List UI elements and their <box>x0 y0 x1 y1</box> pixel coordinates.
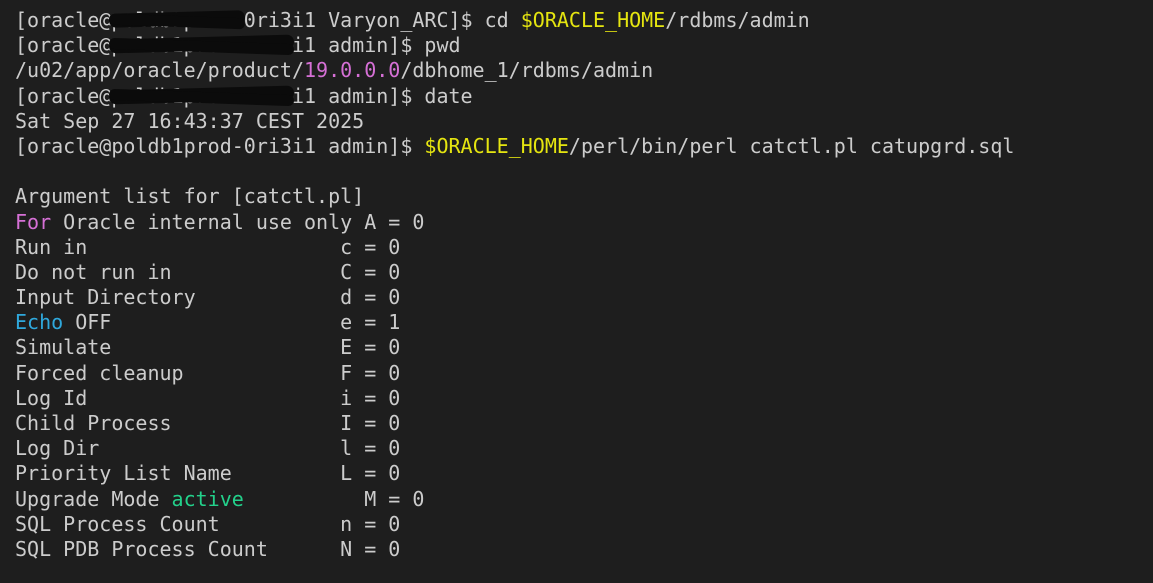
terminal-text-segment: Child Process I = 0 <box>15 411 401 435</box>
terminal-text-segment: SQL PDB Process Count N = 0 <box>15 536 401 561</box>
terminal-line: [oracle@poldb1prod-0ri3i1 admin]$ $ORACL… <box>15 134 1153 159</box>
terminal-text-segment: /dbhome_1/rdbms/admin <box>400 58 654 83</box>
terminal-line: [oracle@poldb1prod-0ri3i1 admin]$ pwd <box>15 33 1153 58</box>
terminal-line: Priority List Name L = 0 <box>15 461 1153 486</box>
terminal-line: Upgrade Mode active M = 0 <box>15 487 1153 512</box>
terminal-text-segment: Oracle internal use only A = 0 <box>51 209 425 234</box>
terminal-text-segment: /u02/app/oracle/product/ <box>15 58 304 83</box>
terminal-text-segment: Simulate E = 0 <box>15 335 401 360</box>
terminal-text-segment: M = 0 <box>243 486 425 511</box>
terminal-text-segment: $ORACLE_HOME <box>424 133 569 158</box>
terminal-text-segment: OFF e = 1 <box>63 310 401 335</box>
terminal-text-segment: [oracle@ <box>15 8 112 32</box>
terminal-text-segment: i1 admin]$ date <box>291 83 473 108</box>
terminal-line: Child Process I = 0 <box>15 411 1153 436</box>
terminal-text-segment: Sat Sep 27 16:43:37 CEST 2025 <box>15 108 365 133</box>
terminal-text-segment: Argument list for [catctl.pl] <box>15 184 365 209</box>
redacted-hostname: poldb1prod-0ri3 <box>109 33 295 58</box>
terminal-line: [oracle@poldb1prod-0ri3i1 admin]$ date <box>15 84 1153 109</box>
terminal-line: Argument list for [catctl.pl] <box>15 184 1153 209</box>
terminal-line: Forced cleanup F = 0 <box>15 361 1153 386</box>
terminal-line: Simulate E = 0 <box>15 335 1153 360</box>
terminal-text-segment: [oracle@ <box>15 83 112 108</box>
terminal-text-segment: Log Id i = 0 <box>15 385 401 410</box>
terminal-text-segment: 0ri3i1 Varyon_ARC]$ cd <box>243 8 521 32</box>
terminal-text-segment: Forced cleanup F = 0 <box>15 360 401 385</box>
terminal-text-segment: Log Dir l = 0 <box>15 436 401 461</box>
terminal-line: Echo OFF e = 1 <box>15 310 1153 335</box>
terminal-text-segment: SQL Process Count n = 0 <box>15 511 401 536</box>
terminal-output: [oracle@poldb1prod-0ri3i1 Varyon_ARC]$ c… <box>15 8 1153 562</box>
redacted-hostname: poldb1prod-0ri3 <box>109 84 295 109</box>
terminal-line: For Oracle internal use only A = 0 <box>15 210 1153 235</box>
terminal-text-segment: Do not run in C = 0 <box>15 259 401 284</box>
terminal-text-segment: /rdbms/admin <box>665 8 810 32</box>
terminal-line: SQL Process Count n = 0 <box>15 512 1153 537</box>
terminal-text-segment: /perl/bin/perl catctl.pl catupgrd.sql <box>568 133 1015 158</box>
redacted-hostname: poldb1prod- <box>109 8 246 33</box>
terminal-text-segment: 19.0.0.0 <box>303 58 401 83</box>
terminal-line: Do not run in C = 0 <box>15 260 1153 285</box>
terminal-line: /u02/app/oracle/product/19.0.0.0/dbhome_… <box>15 58 1153 83</box>
terminal-line: Input Directory d = 0 <box>15 285 1153 310</box>
terminal-text-segment: Input Directory d = 0 <box>15 285 401 310</box>
terminal-text-segment: Priority List Name L = 0 <box>15 461 401 486</box>
terminal-line: SQL PDB Process Count N = 0 <box>15 537 1153 562</box>
terminal-text-segment: Run in c = 0 <box>15 234 401 259</box>
terminal-text-segment: For <box>15 209 52 234</box>
terminal-text-segment: Echo <box>15 310 64 335</box>
terminal-line: Run in c = 0 <box>15 235 1153 260</box>
terminal-line: Log Dir l = 0 <box>15 436 1153 461</box>
terminal-line: Sat Sep 27 16:43:37 CEST 2025 <box>15 109 1153 134</box>
terminal-text-segment: [oracle@poldb1prod-0ri3i1 admin]$ <box>15 133 425 158</box>
terminal-window[interactable]: [oracle@poldb1prod-0ri3i1 Varyon_ARC]$ c… <box>0 0 1153 583</box>
terminal-text-segment: active <box>171 486 244 511</box>
terminal-text-segment: $ORACLE_HOME <box>520 8 666 32</box>
terminal-text-segment: Upgrade Mode <box>15 486 172 511</box>
terminal-text-segment: [oracle@ <box>15 33 112 58</box>
terminal-line: Log Id i = 0 <box>15 386 1153 411</box>
terminal-text-segment: i1 admin]$ pwd <box>291 33 461 58</box>
terminal-line: [oracle@poldb1prod-0ri3i1 Varyon_ARC]$ c… <box>15 8 1153 33</box>
